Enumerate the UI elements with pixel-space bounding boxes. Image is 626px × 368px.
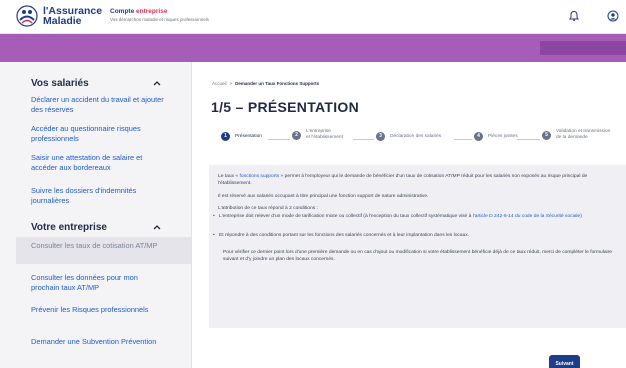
breadcrumb: Accueil > Demander un Taux Fonctions Suppo… — [212, 81, 319, 86]
reserved-paragraph: Il est réservé aux salariés occupant à t… — [218, 194, 429, 199]
breadcrumb-current: Demander un Taux Fonctions Supports — [235, 81, 320, 86]
assurance-maladie-logo[interactable]: l'Assurance Maladie — [16, 5, 102, 27]
sidebar-item-donnees-prochain-taux[interactable]: Consulter les données pour mon prochain … — [31, 273, 166, 292]
account-label: Compte entreprise Vos démarches maladie … — [110, 8, 209, 22]
article-link[interactable]: l'article D 242-6-14 du code de la Sécur… — [473, 214, 581, 219]
condition-1-close: ) — [580, 214, 582, 219]
step-3[interactable]: 3 Déclaration des salariés — [376, 132, 441, 141]
section-votre-entreprise-title[interactable]: Votre entreprise — [31, 222, 107, 233]
step-connector — [517, 139, 540, 140]
step-number: 1 — [221, 132, 230, 141]
sidebar-item-attestation-salaire[interactable]: Saisir une attestation de salaire et acc… — [31, 153, 166, 172]
account-title-accent: entreprise — [136, 8, 168, 15]
step-label: Validation et transmission de la demande — [556, 129, 611, 140]
sidebar-item-declarer-accident[interactable]: Déclarer un accident du travail et ajout… — [31, 95, 166, 114]
banner-box — [540, 41, 626, 55]
fonctions-supports-link[interactable]: fonctions supports — [239, 174, 279, 179]
intro-paragraph: Le taux « fonctions supports » permet à … — [218, 173, 622, 188]
bell-icon[interactable] — [567, 10, 581, 24]
top-header: l'Assurance Maladie Compte entreprise Vo… — [0, 0, 626, 34]
condition-1-text: L'entreprise doit relever d'un mode de t… — [219, 214, 473, 219]
step-number: 2 — [292, 130, 301, 140]
step-label: Pièces jointes — [488, 133, 518, 139]
conditions-paragraph: L'attribution de ce taux répond à 2 cond… — [218, 206, 318, 211]
account-title-main: Compte — [110, 8, 135, 15]
sidebar: Vos salariés Déclarer un accident du tra… — [0, 62, 192, 368]
step-2[interactable]: 2 L'entreprise et l'établissement — [292, 129, 343, 141]
intro-text-start: Le taux « — [218, 174, 240, 179]
step-number: 3 — [376, 132, 385, 141]
step-4[interactable]: 4 Pièces jointes — [474, 132, 518, 141]
sidebar-item-questionnaire[interactable]: Accéder au questionnaire risques profess… — [31, 124, 166, 143]
logo-mark-icon — [16, 5, 38, 27]
step-number: 5 — [542, 130, 551, 140]
breadcrumb-home[interactable]: Accueil — [212, 81, 227, 86]
step-label: Déclaration des salariés — [390, 133, 442, 139]
logo-line2: Maladie — [43, 15, 82, 27]
breadcrumb-separator: > — [229, 81, 233, 86]
purple-banner — [0, 34, 626, 62]
next-button[interactable]: Suivant — [549, 355, 580, 368]
step-connector — [353, 139, 374, 140]
bullet-dot: • — [213, 214, 215, 219]
page-title: 1/5 – PRÉSENTATION — [211, 99, 360, 115]
chevron-up-icon[interactable] — [153, 79, 161, 88]
step-number: 4 — [474, 132, 483, 141]
sidebar-item-dossiers-indemnites[interactable]: Suivre les dossiers d'indemnités journal… — [31, 186, 166, 205]
step-label: L'entreprise et l'établissement — [306, 129, 343, 140]
condition-1: L'entreprise doit relever d'un mode de t… — [219, 213, 622, 220]
step-label: Présentation — [235, 133, 262, 139]
sidebar-item-prevenir-risques[interactable]: Prévenir les Risques professionnels — [31, 305, 166, 315]
step-connector — [268, 139, 290, 140]
user-icon[interactable] — [606, 10, 620, 24]
info-panel: Le taux « fonctions supports » permet à … — [209, 165, 626, 328]
step-1[interactable]: 1 Présentation — [221, 132, 262, 141]
sidebar-item-taux-cotisation[interactable]: Consulter les taux de cotisation AT/MP — [31, 241, 166, 251]
chevron-up-icon[interactable] — [153, 223, 161, 232]
sidebar-item-subvention-prevention[interactable]: Demander une Subvention Prévention — [31, 337, 166, 347]
stepper: 1 Présentation 2 L'entreprise et l'établ… — [221, 129, 626, 150]
account-subtitle: Vos démarches maladie et risques profess… — [110, 17, 210, 22]
step-5[interactable]: 5 Validation et transmission de la deman… — [542, 129, 610, 141]
section-vos-salaries-title[interactable]: Vos salariés — [31, 78, 89, 89]
main-content: Accueil > Demander un Taux Fonctions Suppo… — [192, 62, 626, 368]
bullet-dot: • — [213, 233, 215, 238]
verification-paragraph: Pour vérifier ce dernier point lors d'un… — [223, 250, 612, 263]
step-connector — [454, 139, 472, 140]
condition-2: Et répondre à des conditions portant sur… — [219, 233, 470, 238]
